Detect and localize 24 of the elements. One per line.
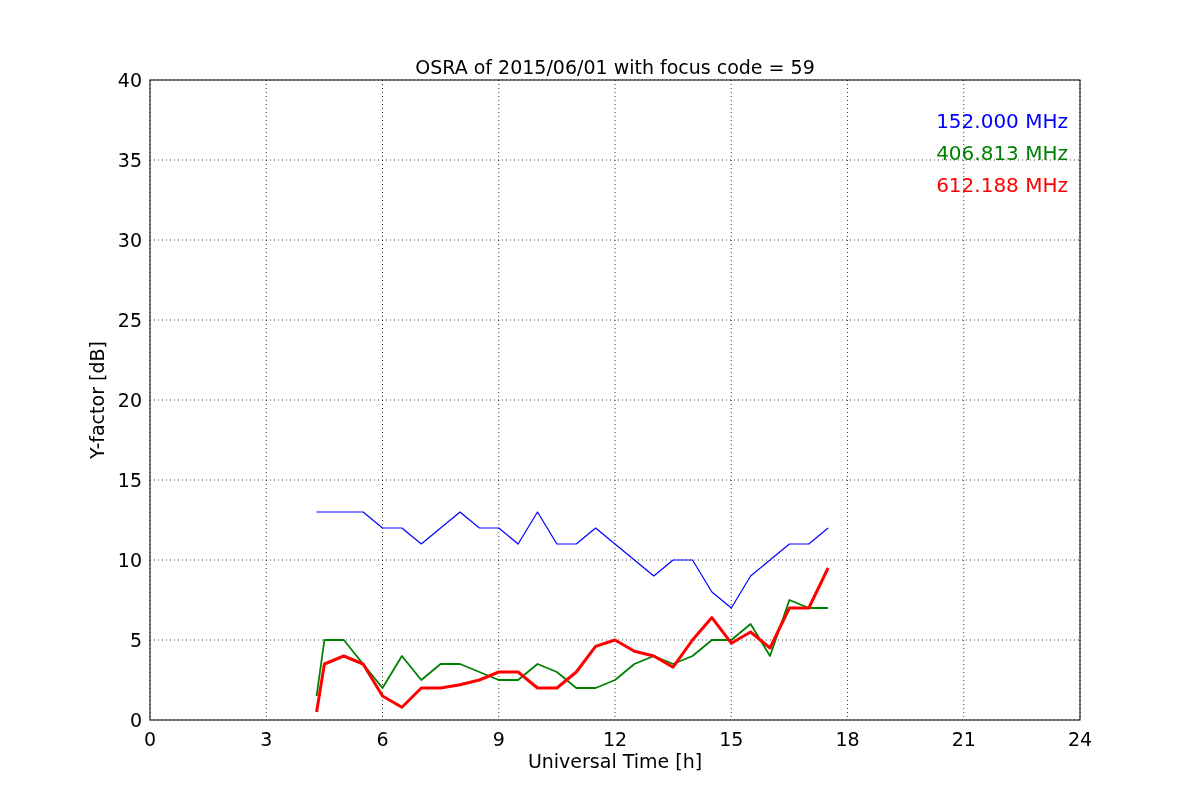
y-tick-label: 40 (117, 69, 142, 91)
x-tick-label: 12 (602, 728, 628, 750)
y-tick-label: 25 (117, 309, 142, 331)
y-tick-label: 30 (117, 229, 142, 251)
legend-label: 406.813 MHz (936, 141, 1068, 165)
x-tick-label: 6 (376, 728, 389, 750)
legend-label: 612.188 MHz (936, 173, 1068, 197)
y-tick-label: 15 (117, 469, 142, 491)
x-tick-label: 15 (719, 728, 744, 750)
x-tick-label: 9 (492, 728, 505, 750)
y-tick-label: 10 (117, 549, 142, 571)
x-tick-label: 3 (260, 728, 273, 750)
x-tick-label: 24 (1067, 728, 1093, 750)
y-tick-label: 5 (129, 629, 142, 651)
y-tick-label: 35 (117, 149, 142, 171)
y-axis-label: Y-factor [dB] (86, 341, 108, 459)
legend-label: 152.000 MHz (936, 109, 1068, 133)
x-tick-label: 0 (143, 728, 157, 750)
chart-title: OSRA of 2015/06/01 with focus code = 59 (415, 56, 815, 78)
y-tick-label: 20 (117, 389, 142, 411)
x-tick-label: 18 (835, 728, 860, 750)
x-tick-label: 21 (951, 728, 976, 750)
y-tick-label: 0 (129, 709, 142, 731)
x-axis-label: Universal Time [h] (527, 750, 703, 772)
